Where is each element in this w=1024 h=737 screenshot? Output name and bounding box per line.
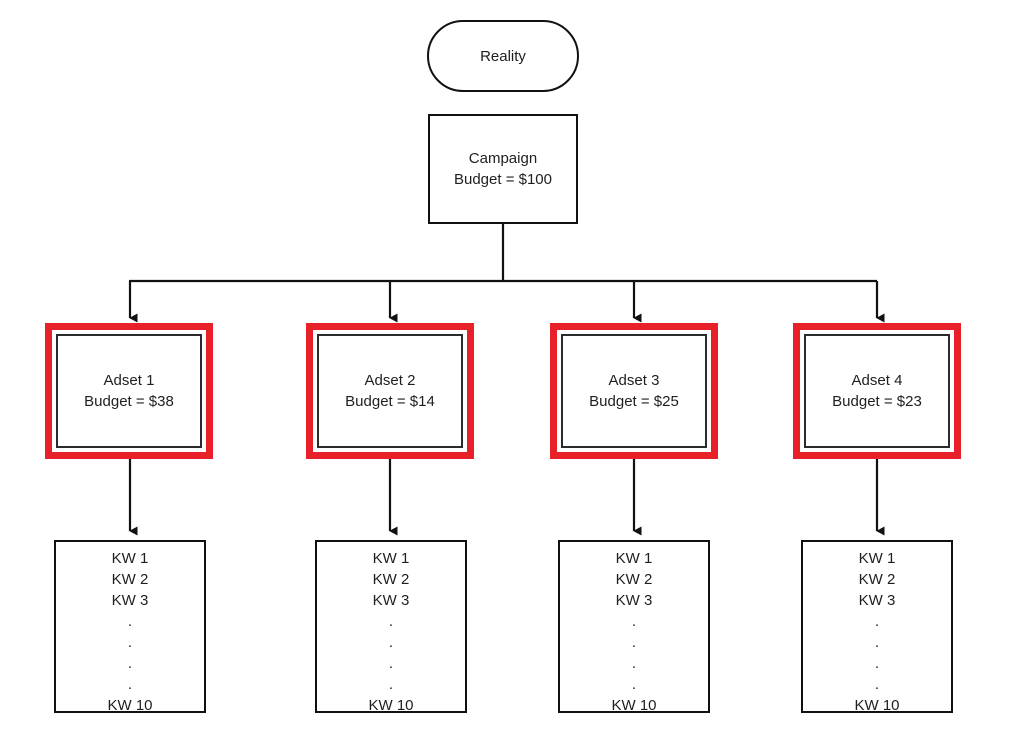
keyword-line: KW 3 <box>111 592 149 609</box>
node-campaign-name: Campaign <box>468 150 538 167</box>
node-reality[interactable]: Reality <box>427 20 579 92</box>
keyword-line: KW 1 <box>372 550 410 567</box>
node-adset-4-budget: Budget = $23 <box>832 393 922 410</box>
keyword-line: KW 2 <box>615 571 653 588</box>
ellipsis-dot: . <box>631 634 637 651</box>
keyword-line: KW 2 <box>858 571 896 588</box>
node-adset-2-text-block: Adset 2 Budget = $14 <box>345 370 435 412</box>
node-adset-2[interactable]: Adset 2 Budget = $14 <box>306 323 474 459</box>
node-adset-3-name: Adset 3 <box>608 372 660 389</box>
keyword-line: KW 3 <box>615 592 653 609</box>
keyword-line: KW 3 <box>372 592 410 609</box>
keyword-line: KW 1 <box>111 550 149 567</box>
ellipsis-dot: . <box>388 655 394 672</box>
keyword-last-line: KW 10 <box>611 697 657 714</box>
node-adset-2-budget: Budget = $14 <box>345 393 435 410</box>
node-adset-1-budget: Budget = $38 <box>84 393 174 410</box>
keyword-last-line: KW 10 <box>107 697 153 714</box>
node-adset-1-text-block: Adset 1 Budget = $38 <box>84 370 174 412</box>
ellipsis-dot: . <box>874 634 880 651</box>
node-adset-3[interactable]: Adset 3 Budget = $25 <box>550 323 718 459</box>
node-keywords-4[interactable]: KW 1 KW 2 KW 3 . . . . KW 10 <box>801 540 953 714</box>
node-adset-1-inner: Adset 1 Budget = $38 <box>56 334 202 448</box>
keyword-last-line: KW 10 <box>854 697 900 714</box>
node-reality-label: Reality <box>480 47 526 65</box>
node-campaign-text-block: Campaign Budget = $100 <box>454 148 552 190</box>
node-adset-4-name: Adset 4 <box>851 372 903 389</box>
node-adset-4-inner: Adset 4 Budget = $23 <box>804 334 950 448</box>
ellipsis-dot: . <box>874 676 880 693</box>
ellipsis-dot: . <box>874 655 880 672</box>
ellipsis-dot: . <box>127 613 133 630</box>
ellipsis-dot: . <box>388 634 394 651</box>
node-campaign-budget: Budget = $100 <box>453 171 552 188</box>
ellipsis-dot: . <box>631 655 637 672</box>
node-keywords-2[interactable]: KW 1 KW 2 KW 3 . . . . KW 10 <box>315 540 467 714</box>
ellipsis-dot: . <box>388 613 394 630</box>
keyword-line: KW 1 <box>615 550 653 567</box>
node-campaign[interactable]: Campaign Budget = $100 <box>428 114 578 224</box>
ellipsis-dot: . <box>631 613 637 630</box>
node-adset-4-text-block: Adset 4 Budget = $23 <box>832 370 922 412</box>
keyword-line: KW 2 <box>372 571 410 588</box>
node-adset-1-name: Adset 1 <box>103 372 155 389</box>
node-keywords-3[interactable]: KW 1 KW 2 KW 3 . . . . KW 10 <box>558 540 710 714</box>
ellipsis-dot: . <box>127 676 133 693</box>
node-adset-3-budget: Budget = $25 <box>589 393 679 410</box>
ellipsis-dot: . <box>127 634 133 651</box>
ellipsis-dot: . <box>631 676 637 693</box>
diagram-canvas: Reality Campaign Budget = $100 Adset 1 B… <box>0 0 1024 737</box>
node-adset-2-inner: Adset 2 Budget = $14 <box>317 334 463 448</box>
node-adset-4[interactable]: Adset 4 Budget = $23 <box>793 323 961 459</box>
node-keywords-1[interactable]: KW 1 KW 2 KW 3 . . . . KW 10 <box>54 540 206 714</box>
ellipsis-dot: . <box>874 613 880 630</box>
node-adset-2-name: Adset 2 <box>364 372 416 389</box>
node-adset-1[interactable]: Adset 1 Budget = $38 <box>45 323 213 459</box>
node-adset-3-inner: Adset 3 Budget = $25 <box>561 334 707 448</box>
keyword-line: KW 1 <box>858 550 896 567</box>
ellipsis-dot: . <box>127 655 133 672</box>
keyword-last-line: KW 10 <box>368 697 414 714</box>
ellipsis-dot: . <box>388 676 394 693</box>
keyword-line: KW 3 <box>858 592 896 609</box>
keyword-line: KW 2 <box>111 571 149 588</box>
node-adset-3-text-block: Adset 3 Budget = $25 <box>589 370 679 412</box>
